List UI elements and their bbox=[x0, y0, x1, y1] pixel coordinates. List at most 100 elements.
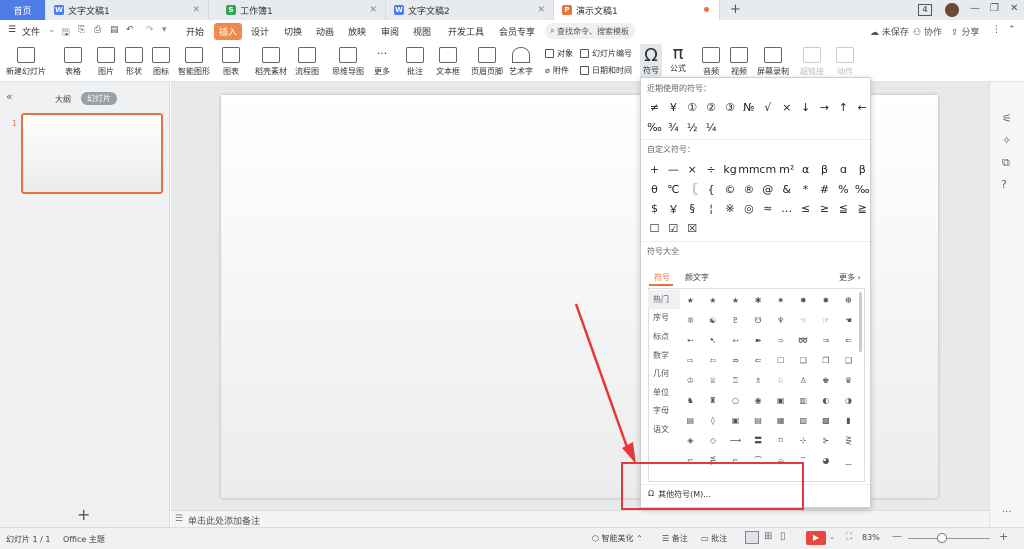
symbol-cell[interactable]: ☐ bbox=[769, 350, 792, 370]
symbol-cell[interactable]: ➿ bbox=[792, 330, 815, 350]
tab-document-1[interactable]: W 文字文稿1 ✕ bbox=[46, 0, 209, 20]
chart-button[interactable]: 图表 bbox=[222, 47, 240, 77]
tab-kaomoji[interactable]: 颜文字 bbox=[685, 272, 709, 283]
symbol-cell[interactable]: ➷ bbox=[702, 330, 725, 350]
symbol-cell[interactable]: ▣ bbox=[769, 390, 792, 410]
symbol-cell[interactable]: mm bbox=[738, 160, 759, 180]
symbol-cell[interactable]: ☯ bbox=[702, 310, 725, 330]
symbol-cell[interactable]: ♗ bbox=[747, 370, 770, 390]
symbol-cell[interactable]: ¼ bbox=[702, 118, 721, 138]
new-tab-button[interactable]: + bbox=[730, 2, 741, 17]
reading-view-icon[interactable]: ▯ bbox=[780, 531, 786, 542]
symbol-cell[interactable]: ♛ bbox=[837, 370, 860, 390]
symbol-cell[interactable]: ✷ bbox=[769, 290, 792, 310]
zoom-slider-thumb[interactable] bbox=[937, 533, 947, 543]
avatar[interactable] bbox=[945, 3, 959, 17]
symbol-cell[interactable]: ➾ bbox=[769, 330, 792, 350]
add-slide-button[interactable]: + bbox=[77, 505, 90, 524]
properties-icon[interactable]: ⚟ bbox=[1002, 112, 1012, 125]
symbol-cell[interactable]: ÷ bbox=[702, 160, 721, 180]
play-options-icon[interactable]: ⌄ bbox=[829, 533, 835, 541]
symbol-cell[interactable]: ♔ bbox=[679, 370, 702, 390]
tab-home[interactable]: 首页 bbox=[0, 0, 46, 20]
symbol-cell[interactable]: ⊱ bbox=[815, 430, 838, 450]
textbox-button[interactable]: 文本框 bbox=[436, 47, 460, 77]
symbol-cell[interactable]: ♆ bbox=[769, 310, 792, 330]
symbol-cell[interactable]: ☒ bbox=[683, 219, 702, 239]
symbol-cell[interactable]: ≥ bbox=[815, 199, 834, 219]
collapse-panel-icon[interactable]: « bbox=[6, 90, 13, 103]
symbol-cell[interactable]: ▩ bbox=[815, 410, 838, 430]
zoom-out-icon[interactable]: — bbox=[892, 531, 902, 542]
symbol-cell[interactable]: ↓ bbox=[796, 98, 815, 118]
symbol-cell[interactable]: ➵ bbox=[724, 330, 747, 350]
symbol-cell[interactable]: ≦ bbox=[834, 199, 853, 219]
symbol-cell[interactable]: ⇏ bbox=[724, 350, 747, 370]
more-symbols-link[interactable]: 更多 › bbox=[839, 272, 861, 283]
menu-view[interactable]: 视图 bbox=[413, 25, 431, 38]
slides-tab[interactable]: 幻灯片 bbox=[81, 92, 117, 105]
symbol-cell[interactable]: α bbox=[796, 160, 815, 180]
collaborate-button[interactable]: ⚇ 协作 bbox=[913, 25, 942, 38]
symbol-cell[interactable]: ♖ bbox=[724, 370, 747, 390]
undo-icon[interactable]: ↶ bbox=[126, 25, 134, 35]
flowchart-button[interactable]: 流程图 bbox=[295, 47, 319, 77]
animation-pane-icon[interactable]: ✧ bbox=[1002, 134, 1011, 147]
symbol-cell[interactable]: ▧ bbox=[792, 410, 815, 430]
symbol-cell[interactable]: * bbox=[796, 180, 815, 200]
symbol-cell[interactable]: ￥ bbox=[664, 199, 683, 219]
symbol-cell[interactable]: ★ bbox=[679, 290, 702, 310]
screen-record-button[interactable]: 屏幕录制 bbox=[757, 47, 789, 77]
symbol-cell[interactable]: ☋ bbox=[747, 310, 770, 330]
tab-symbols[interactable]: 符号 bbox=[654, 272, 670, 283]
redo-icon[interactable]: ↷ bbox=[146, 25, 154, 35]
category-item[interactable]: 序号 bbox=[648, 309, 680, 328]
symbol-cell[interactable]: ▦ bbox=[769, 410, 792, 430]
comment-button[interactable]: 批注 bbox=[406, 47, 424, 77]
symbol-cell[interactable]: ❑ bbox=[837, 350, 860, 370]
symbol-cell[interactable]: ® bbox=[739, 180, 758, 200]
hyperlink-button[interactable]: 超链接 bbox=[800, 47, 824, 77]
scrollbar-thumb[interactable] bbox=[859, 292, 862, 352]
menu-start[interactable]: 开始 bbox=[186, 25, 204, 38]
wordart-button[interactable]: 艺术字 bbox=[509, 47, 533, 77]
transition-pane-icon[interactable]: ⧉ bbox=[1002, 156, 1010, 170]
docer-material-button[interactable]: 稻壳素材 bbox=[255, 47, 287, 77]
hamburger-icon[interactable]: ☰ bbox=[8, 25, 16, 35]
normal-view-icon[interactable] bbox=[745, 531, 759, 544]
close-window-button[interactable]: ✕ bbox=[1010, 3, 1018, 14]
window-count-badge[interactable]: 4 bbox=[918, 4, 932, 16]
symbol-cell[interactable]: 〓 bbox=[747, 430, 770, 450]
picture-button[interactable]: 图片 bbox=[97, 47, 115, 77]
category-item[interactable]: 几何 bbox=[648, 364, 680, 383]
close-icon[interactable]: ✕ bbox=[537, 5, 545, 15]
symbol-cell[interactable]: ≈ bbox=[758, 199, 777, 219]
symbol-cell[interactable]: ▥ bbox=[792, 390, 815, 410]
symbol-cell[interactable]: ♘ bbox=[769, 370, 792, 390]
symbol-cell[interactable]: + bbox=[645, 160, 664, 180]
symbol-cell[interactable]: ◕ bbox=[815, 450, 838, 470]
menu-member[interactable]: 会员专享 bbox=[499, 25, 535, 38]
symbol-cell[interactable]: ↑ bbox=[834, 98, 853, 118]
symbol-cell[interactable]: ☞ bbox=[815, 310, 838, 330]
symbol-cell[interactable]: ▣ bbox=[724, 410, 747, 430]
action-button[interactable]: 动作 bbox=[836, 47, 854, 77]
object-button[interactable]: 对象 bbox=[545, 48, 573, 59]
tab-workbook-1[interactable]: S 工作簿1 ✕ bbox=[218, 0, 386, 20]
menu-transition[interactable]: 切换 bbox=[284, 25, 302, 38]
symbol-cell[interactable]: ♕ bbox=[702, 370, 725, 390]
menu-insert[interactable]: 插入 bbox=[214, 23, 243, 40]
category-item[interactable]: 数学 bbox=[648, 346, 680, 365]
smart-beautify-button[interactable]: ⬡ 智能美化 ⌃ bbox=[592, 533, 643, 544]
symbol-cell[interactable]: ‿ bbox=[837, 450, 860, 470]
symbol-cell[interactable]: ¦ bbox=[702, 199, 721, 219]
symbol-cell[interactable]: ❆ bbox=[837, 290, 860, 310]
attachment-button[interactable]: ⌀ 附件 bbox=[545, 65, 569, 76]
symbol-cell[interactable]: ⇐ bbox=[837, 330, 860, 350]
tab-presentation-1[interactable]: P 演示文稿1 bbox=[554, 0, 720, 20]
symbol-cell[interactable]: $ bbox=[645, 199, 664, 219]
symbol-cell[interactable]: ✸ bbox=[792, 290, 815, 310]
cloud-unsaved-button[interactable]: ☁ 未保存 bbox=[870, 25, 909, 38]
menu-design[interactable]: 设计 bbox=[251, 25, 269, 38]
symbol-cell[interactable]: ⋛ bbox=[837, 430, 860, 450]
